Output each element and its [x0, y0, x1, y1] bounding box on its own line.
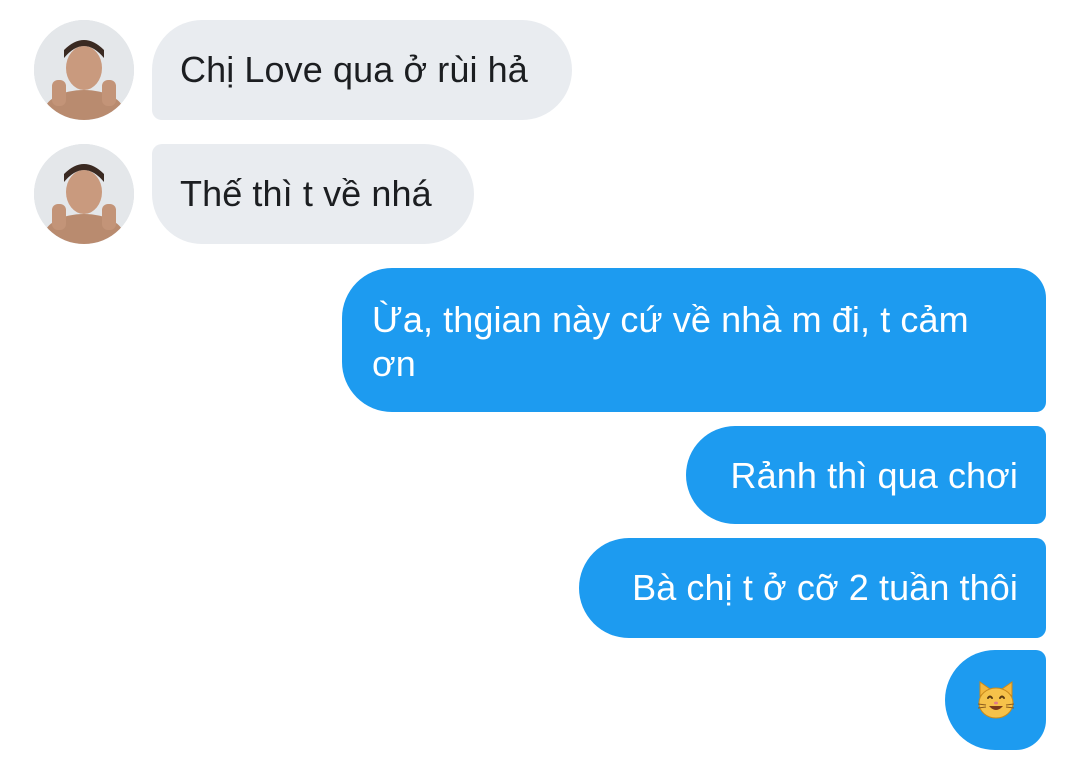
incoming-message-bubble[interactable]: Thế thì t về nhá	[152, 144, 474, 244]
incoming-message-bubble[interactable]: Chị Love qua ở rùi hả	[152, 20, 572, 120]
outgoing-message-bubble[interactable]: Rảnh thì qua chơi	[686, 426, 1046, 524]
avatar[interactable]	[34, 144, 134, 244]
profile-photo-icon	[34, 144, 134, 244]
profile-photo-icon	[34, 20, 134, 120]
outgoing-message-bubble[interactable]	[945, 650, 1046, 750]
message-text: Bà chị t ở cỡ 2 tuần thôi	[632, 567, 1018, 608]
message-text: Thế thì t về nhá	[180, 173, 432, 214]
smiling-cat-icon	[974, 678, 1018, 722]
message-text: Chị Love qua ở rùi hả	[180, 49, 528, 90]
message-text: Rảnh thì qua chơi	[730, 455, 1018, 496]
avatar[interactable]	[34, 20, 134, 120]
message-text: Ừa, thgian này cứ về nhà m đi, t cảm ơn	[372, 299, 969, 384]
outgoing-message-bubble[interactable]: Ừa, thgian này cứ về nhà m đi, t cảm ơn	[342, 268, 1046, 412]
outgoing-message-bubble[interactable]: Bà chị t ở cỡ 2 tuần thôi	[579, 538, 1046, 638]
